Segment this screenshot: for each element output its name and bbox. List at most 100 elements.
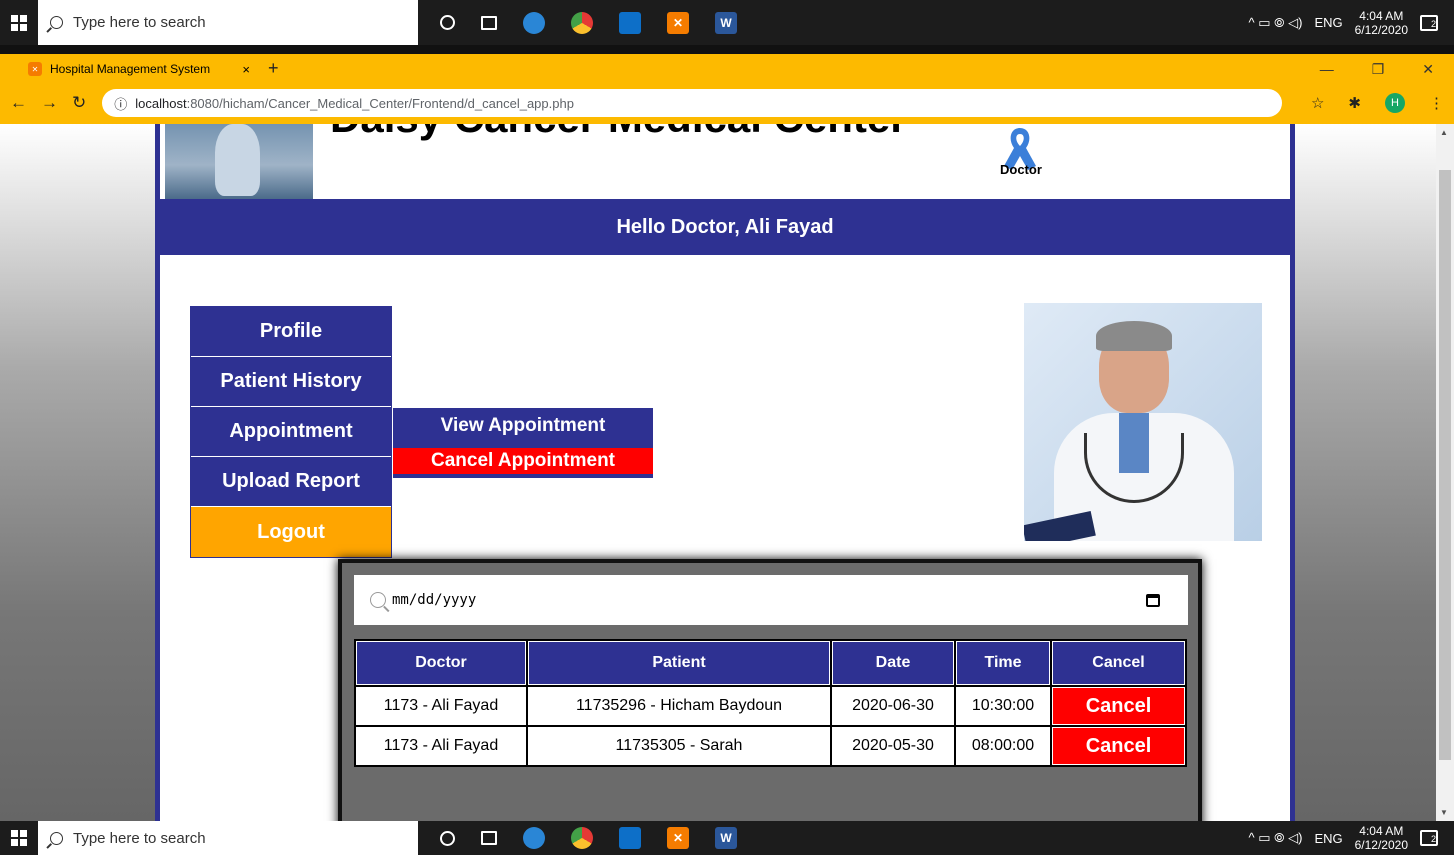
taskbar-bottom: Type here to search ✕ W ^ ▭ ⦾ ◁) ENG 4:0… <box>0 821 1454 855</box>
cell-doctor: 1173 - Ali Fayad <box>356 727 526 765</box>
role-label: Doctor <box>1000 162 1042 177</box>
scrollbar-thumb[interactable] <box>1439 170 1451 760</box>
edge-icon[interactable] <box>523 827 545 849</box>
cortana-icon[interactable] <box>440 15 455 30</box>
search-icon <box>50 831 63 845</box>
page-scrollbar[interactable]: ▲ ▼ <box>1436 124 1454 821</box>
cancel-appointment-panel: mm/dd/yyyy Doctor Patient Date Time Canc… <box>338 559 1202 821</box>
windows-start-button[interactable] <box>0 0 38 45</box>
info-icon[interactable]: ⓘ <box>114 94 127 113</box>
clock-date: 6/12/2020 <box>1354 22 1408 37</box>
taskbar-search-placeholder: Type here to search <box>73 829 206 847</box>
taskbar-search-box[interactable]: Type here to search <box>38 0 418 45</box>
tray-clock[interactable]: 4:04 AM 6/12/2020 <box>1355 9 1408 37</box>
header-angel-image <box>165 124 313 199</box>
column-header-cancel: Cancel <box>1052 641 1185 685</box>
taskbar-top: Type here to search ✕ W ^ ▭ ⦾ ◁) ENG 4:0… <box>0 0 1454 45</box>
cell-patient: 11735305 - Sarah <box>528 727 830 765</box>
address-bar[interactable]: ⓘ localhost:8080/hicham/Cancer_Medical_C… <box>102 89 1283 117</box>
taskbar-search-placeholder: Type here to search <box>73 14 206 31</box>
cell-doctor: 1173 - Ali Fayad <box>356 687 526 725</box>
tray-language[interactable]: ENG <box>1314 831 1342 846</box>
windows-start-button[interactable] <box>0 821 38 855</box>
table-row: 1173 - Ali Fayad 11735305 - Sarah 2020-0… <box>356 727 1185 765</box>
xampp-favicon-icon: ✕ <box>28 62 42 76</box>
side-menu: Profile Patient History Appointment Uplo… <box>190 306 392 558</box>
menu-item-patient-history[interactable]: Patient History <box>191 357 391 407</box>
edge-icon[interactable] <box>523 11 545 34</box>
taskbar-search-box[interactable]: Type here to search <box>38 821 418 855</box>
cell-time: 10:30:00 <box>956 687 1050 725</box>
cortana-icon[interactable] <box>440 830 455 846</box>
cancel-button[interactable]: Cancel <box>1052 727 1185 765</box>
notification-count: 2 <box>1430 18 1436 29</box>
chrome-icon[interactable] <box>571 11 593 34</box>
profile-avatar[interactable]: H <box>1385 93 1405 113</box>
column-header-time: Time <box>956 641 1050 685</box>
menu-item-appointment[interactable]: Appointment <box>191 407 391 457</box>
site-title: Daisy Cancer Medical Center <box>330 124 907 142</box>
minimize-icon[interactable]: — <box>1320 61 1334 77</box>
tray-clock[interactable]: 4:04 AM 6/12/2020 <box>1355 824 1408 852</box>
window-close-icon[interactable]: ✕ <box>1422 61 1434 78</box>
xampp-icon[interactable]: ✕ <box>667 827 689 849</box>
word-icon[interactable]: W <box>715 827 737 849</box>
restore-icon[interactable]: ❐ <box>1372 61 1385 78</box>
mail-icon[interactable] <box>619 11 641 34</box>
date-placeholder: mm/dd/yyyy <box>392 592 477 608</box>
column-header-date: Date <box>832 641 954 685</box>
date-filter-input[interactable]: mm/dd/yyyy <box>354 575 1188 625</box>
scroll-up-arrow-icon[interactable]: ▲ <box>1440 128 1448 137</box>
word-icon[interactable]: W <box>715 11 737 34</box>
mail-icon[interactable] <box>619 827 641 849</box>
notification-center-icon[interactable]: 2 <box>1420 14 1438 31</box>
tray-icons[interactable]: ^ ▭ ⦾ ◁) <box>1248 15 1302 31</box>
xampp-icon[interactable]: ✕ <box>667 11 689 34</box>
forward-arrow-icon[interactable]: → <box>41 93 58 113</box>
chrome-icon[interactable] <box>571 827 593 849</box>
appointments-table: Doctor Patient Date Time Cancel 1173 - A… <box>354 639 1187 767</box>
task-view-icon[interactable] <box>481 831 497 845</box>
tray-icons[interactable]: ^ ▭ ⦾ ◁) <box>1248 830 1302 846</box>
submenu-cancel-appointment[interactable]: Cancel Appointment <box>393 448 653 474</box>
site-container: Daisy Cancer Medical Center Doctor Hello… <box>155 124 1295 821</box>
scroll-down-arrow-icon[interactable]: ▼ <box>1440 808 1448 817</box>
cell-patient: 11735296 - Hicham Baydoun <box>528 687 830 725</box>
bookmark-star-icon[interactable]: ☆ <box>1311 94 1324 112</box>
table-header-row: Doctor Patient Date Time Cancel <box>356 641 1185 685</box>
tray-language[interactable]: ENG <box>1314 15 1342 30</box>
chrome-menu-icon[interactable]: ⋮ <box>1429 94 1444 112</box>
reload-icon[interactable]: ↻ <box>72 93 86 113</box>
search-icon <box>370 592 386 608</box>
cancel-button[interactable]: Cancel <box>1052 687 1185 725</box>
new-tab-button[interactable]: + <box>268 56 279 82</box>
browser-tab-active[interactable]: ✕ Hospital Management System × <box>20 56 260 82</box>
url-host: localhost <box>135 95 187 111</box>
appointment-submenu: View Appointment Cancel Appointment <box>393 408 653 478</box>
browser-tab-strip: ✕ Hospital Management System × + — ❐ ✕ <box>0 54 1454 82</box>
column-header-doctor: Doctor <box>356 641 526 685</box>
windows-logo-icon <box>11 14 27 31</box>
cell-date: 2020-05-30 <box>832 727 954 765</box>
calendar-icon[interactable] <box>1146 593 1160 607</box>
greeting-bar: Hello Doctor, Ali Fayad <box>160 199 1290 255</box>
windows-logo-icon <box>11 830 27 846</box>
doctor-photo <box>1024 303 1262 541</box>
url-path: :8080/hicham/Cancer_Medical_Center/Front… <box>186 95 574 111</box>
column-header-patient: Patient <box>528 641 830 685</box>
notification-count: 2 <box>1430 834 1436 844</box>
clock-time: 4:04 AM <box>1359 8 1404 23</box>
tab-title: Hospital Management System <box>50 62 211 76</box>
menu-item-upload-report[interactable]: Upload Report <box>191 457 391 507</box>
notification-center-icon[interactable]: 2 <box>1420 830 1438 846</box>
task-view-icon[interactable] <box>481 15 497 30</box>
table-row: 1173 - Ali Fayad 11735296 - Hicham Baydo… <box>356 687 1185 725</box>
extensions-puzzle-icon[interactable]: ✱ <box>1348 94 1361 112</box>
browser-toolbar: ← → ↻ ⓘ localhost:8080/hicham/Cancer_Med… <box>0 82 1454 124</box>
menu-item-profile[interactable]: Profile <box>191 307 391 357</box>
menu-item-logout[interactable]: Logout <box>191 507 391 557</box>
tab-close-icon[interactable]: × <box>242 62 250 77</box>
back-arrow-icon[interactable]: ← <box>10 93 27 113</box>
search-icon <box>50 16 63 29</box>
submenu-view-appointment[interactable]: View Appointment <box>393 408 653 444</box>
